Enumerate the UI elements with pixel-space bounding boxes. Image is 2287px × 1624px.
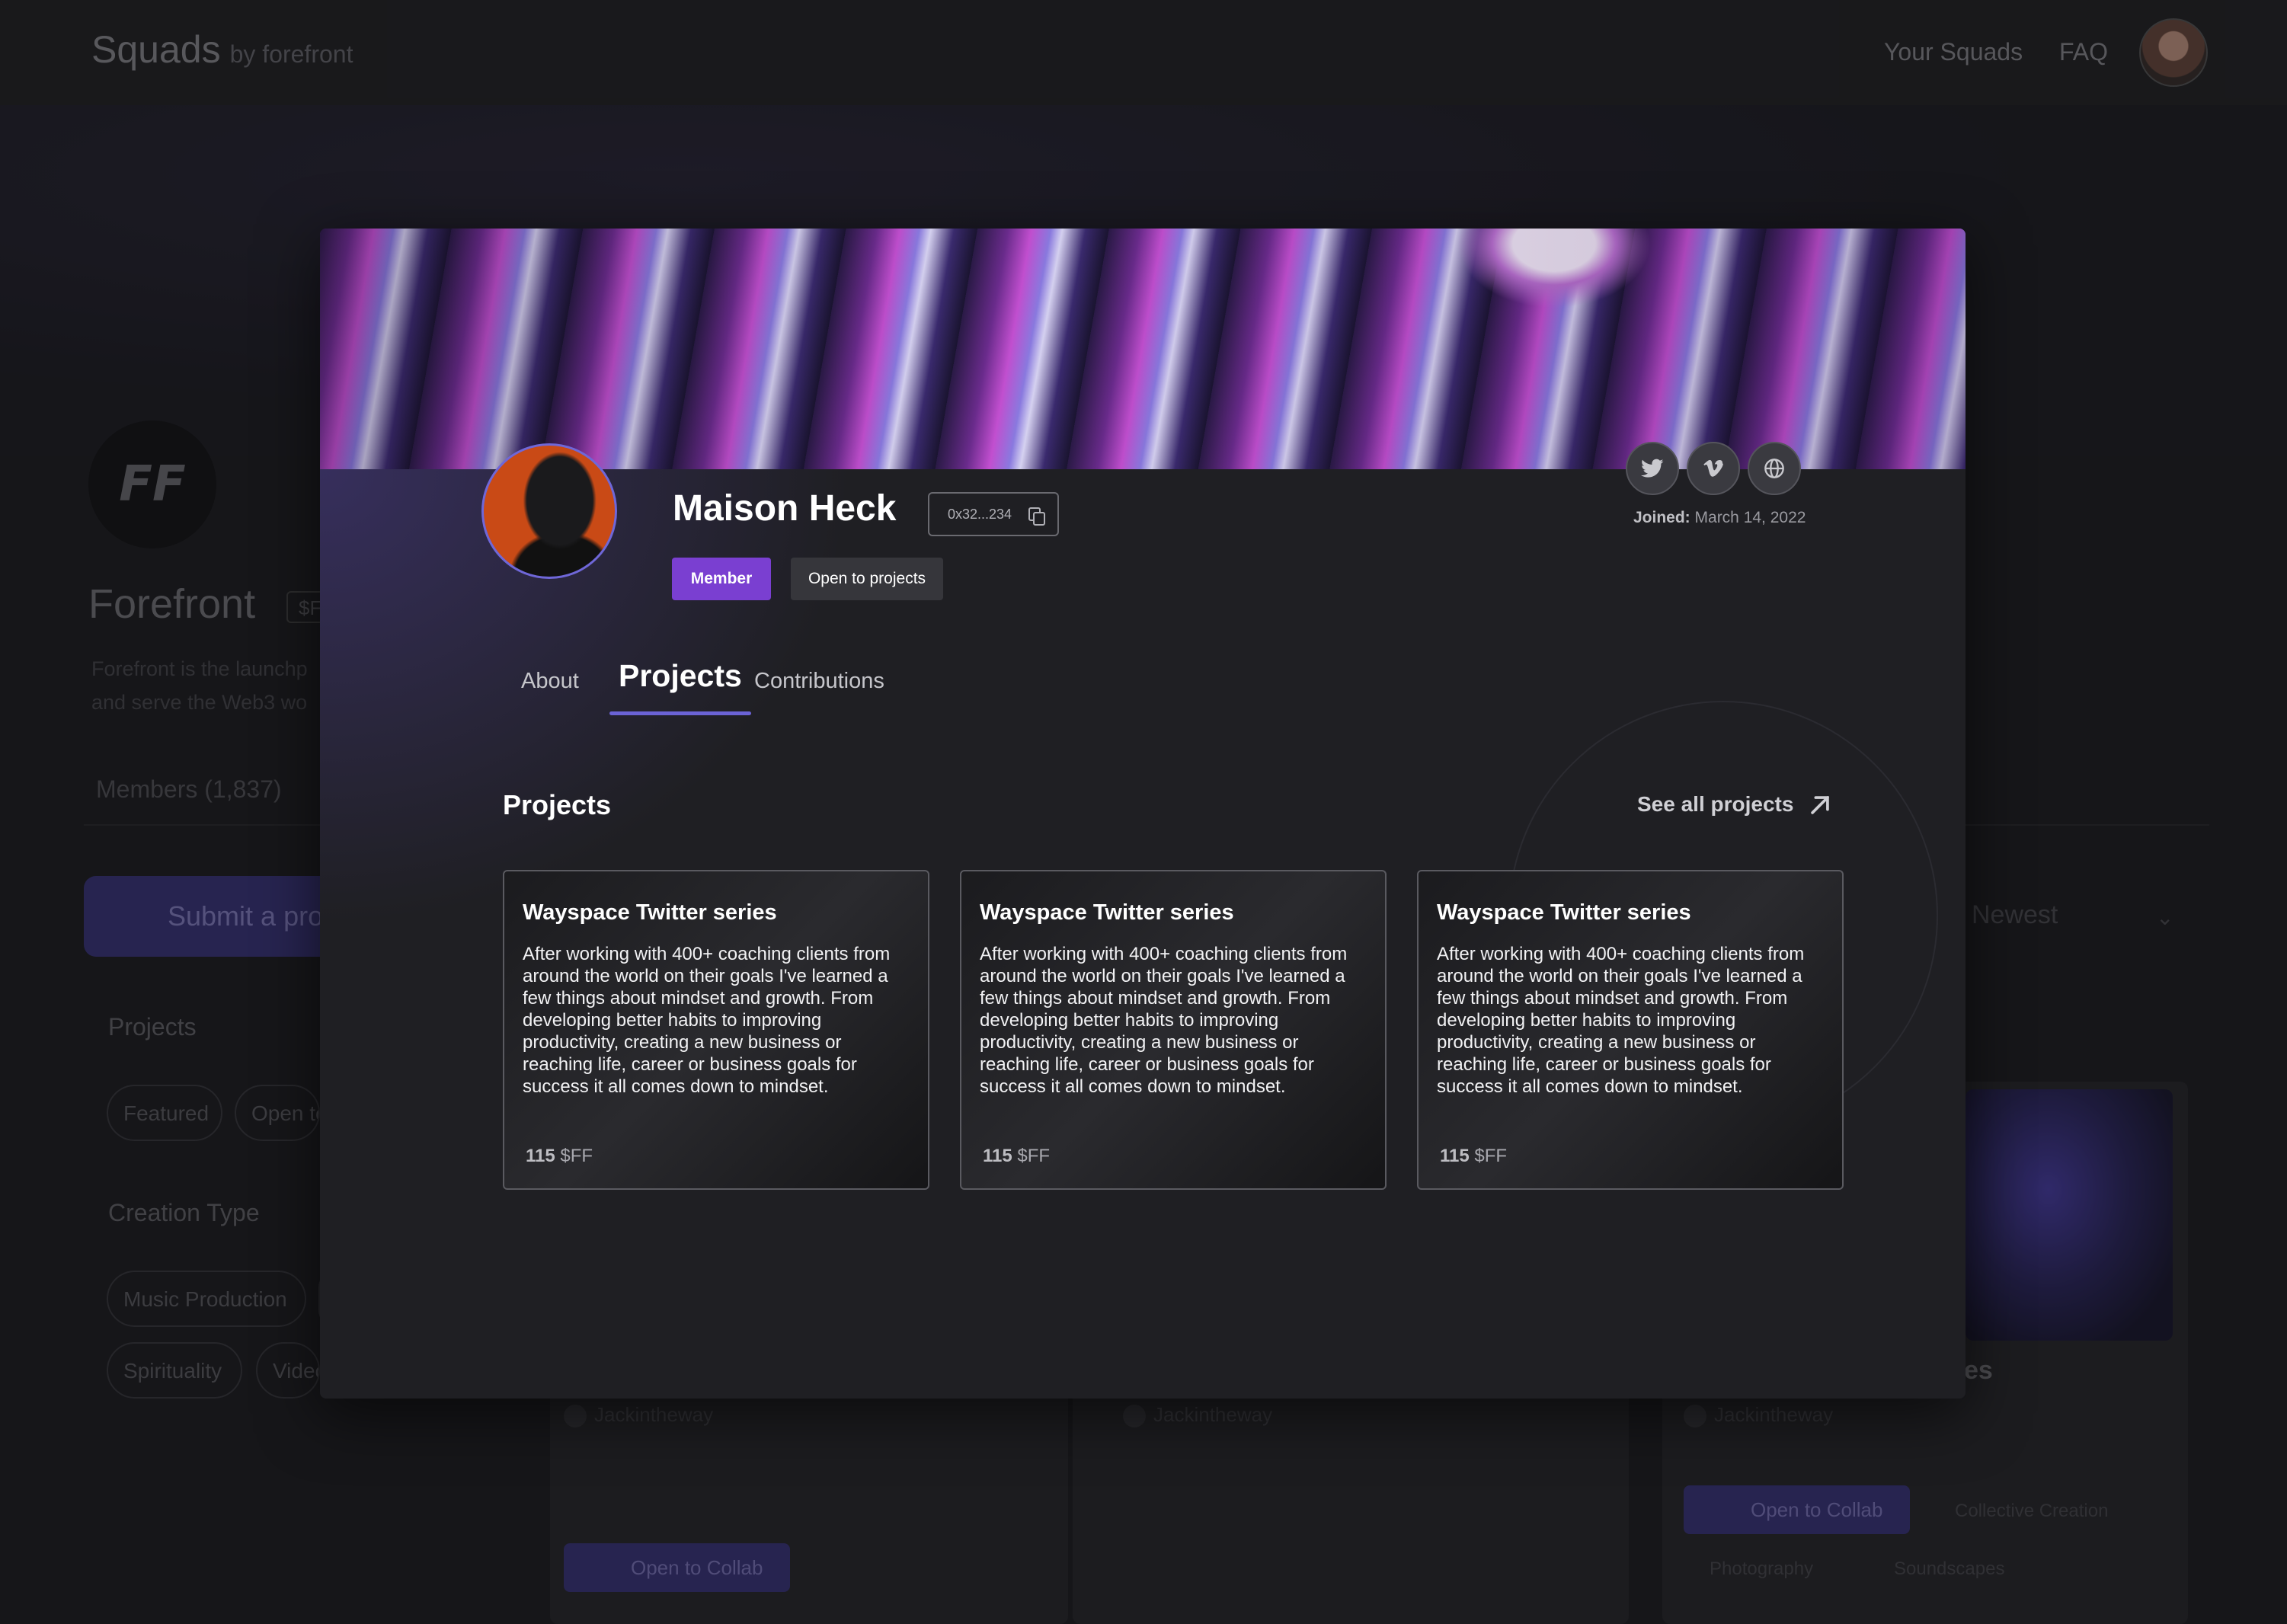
see-all-projects-link[interactable]: See all projects (1637, 792, 1793, 817)
project-card-title: Wayspace Twitter series (1437, 900, 1691, 925)
profile-modal: Maison Heck 0x32...234 Member Open to pr… (320, 229, 1966, 1399)
globe-icon[interactable] (1748, 442, 1801, 495)
project-card-title: Wayspace Twitter series (523, 900, 777, 925)
twitter-icon[interactable] (1626, 442, 1679, 495)
tab-about[interactable]: About (521, 669, 579, 694)
active-tab-indicator (609, 711, 751, 715)
copy-icon[interactable] (1028, 507, 1045, 526)
profile-avatar (481, 443, 617, 579)
project-card-price: 115 $FF (983, 1146, 1050, 1167)
member-badge: Member (672, 558, 771, 600)
tab-contributions[interactable]: Contributions (754, 669, 884, 694)
project-card-description: After working with 400+ coaching clients… (1437, 944, 1805, 1097)
vimeo-icon[interactable] (1687, 442, 1740, 495)
price-token: $FF (1474, 1146, 1508, 1166)
project-card-price: 115 $FF (526, 1146, 593, 1167)
open-to-projects-badge: Open to projects (791, 558, 943, 600)
wallet-address: 0x32...234 (948, 507, 1012, 522)
price-token: $FF (560, 1146, 593, 1166)
joined-date: Joined: March 14, 2022 (1633, 509, 1806, 527)
project-card[interactable]: Wayspace Twitter series After working wi… (1417, 870, 1844, 1190)
project-card-price: 115 $FF (1440, 1146, 1507, 1167)
banner-overlay (320, 229, 1966, 469)
price-amount: 115 (983, 1146, 1012, 1166)
project-card[interactable]: Wayspace Twitter series After working wi… (960, 870, 1387, 1190)
tab-projects[interactable]: Projects (619, 658, 742, 694)
project-card-description: After working with 400+ coaching clients… (980, 944, 1348, 1097)
arrow-up-right-icon[interactable] (1807, 792, 1833, 818)
joined-value: March 14, 2022 (1694, 509, 1806, 526)
price-amount: 115 (1440, 1146, 1470, 1166)
projects-heading: Projects (503, 789, 612, 820)
price-amount: 115 (526, 1146, 555, 1166)
project-card-title: Wayspace Twitter series (980, 900, 1234, 925)
joined-label: Joined: (1633, 509, 1690, 526)
project-card-description: After working with 400+ coaching clients… (523, 944, 891, 1097)
profile-name: Maison Heck (673, 488, 897, 529)
price-token: $FF (1017, 1146, 1051, 1166)
wallet-address-chip[interactable]: 0x32...234 (928, 492, 1059, 536)
project-card[interactable]: Wayspace Twitter series After working wi… (503, 870, 929, 1190)
